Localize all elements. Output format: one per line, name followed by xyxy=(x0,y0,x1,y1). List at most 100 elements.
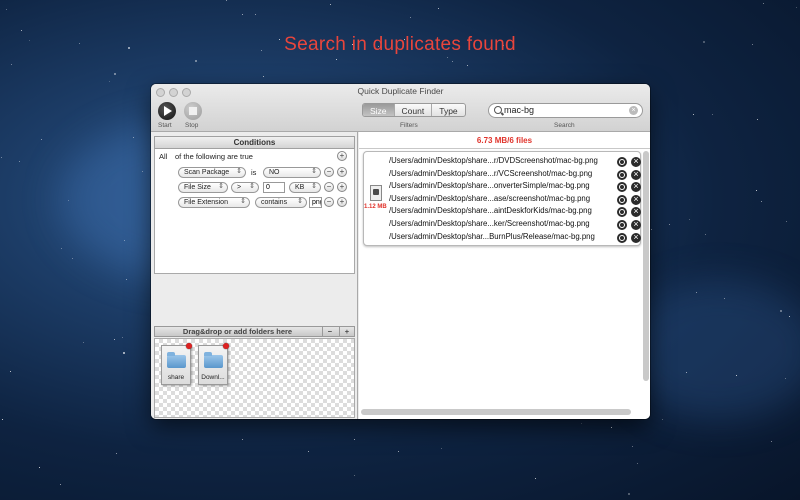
duplicate-group[interactable]: 1.12 MB /Users/admin/Desktop/share...r/D… xyxy=(363,151,641,246)
star xyxy=(2,419,3,420)
star xyxy=(724,298,725,299)
delete-file-icon[interactable] xyxy=(631,232,641,243)
star xyxy=(19,161,20,162)
reveal-search-icon[interactable] xyxy=(617,232,627,243)
star xyxy=(771,441,772,442)
search-input[interactable]: mac-bg xyxy=(504,105,534,115)
folder-icon xyxy=(167,352,186,368)
pin-icon xyxy=(186,343,192,349)
star xyxy=(438,8,439,9)
file-path[interactable]: /Users/admin/Desktop/share...r/VCScreens… xyxy=(389,169,592,178)
star xyxy=(441,448,442,449)
delete-file-icon[interactable] xyxy=(631,194,641,205)
conditions-header: Conditions xyxy=(154,136,355,149)
extension-input[interactable]: png xyxy=(309,197,322,208)
drop-zone-header: Drag&drop or add folders here − + xyxy=(154,326,355,337)
add-condition-button[interactable]: + xyxy=(337,197,347,207)
star xyxy=(785,378,786,379)
tab-size[interactable]: Size xyxy=(363,104,395,116)
add-folder-button[interactable]: + xyxy=(339,327,354,336)
star xyxy=(263,76,264,77)
star xyxy=(756,190,757,191)
search-icon xyxy=(494,106,502,114)
tab-type[interactable]: Type xyxy=(432,104,464,116)
all-suffix-text: of the following are true xyxy=(175,152,253,161)
star xyxy=(116,453,117,454)
reveal-search-icon[interactable] xyxy=(617,157,627,167)
folder-tile-share[interactable]: share xyxy=(161,343,192,385)
star xyxy=(60,484,61,485)
delete-file-icon[interactable] xyxy=(631,219,641,230)
remove-condition-button[interactable]: − xyxy=(324,167,334,177)
star xyxy=(763,3,764,4)
headline: Search in duplicates found xyxy=(284,34,516,55)
filters-label: Filters xyxy=(400,122,418,129)
horizontal-scrollbar[interactable] xyxy=(361,409,631,415)
condition-value-select[interactable]: NO xyxy=(263,167,321,178)
app-window: Quick Duplicate Finder Start Stop Size C… xyxy=(151,84,650,419)
star xyxy=(705,234,706,235)
file-path[interactable]: /Users/admin/Desktop/shar...BurnPlus/Rel… xyxy=(389,232,595,241)
star xyxy=(410,17,411,18)
star xyxy=(581,423,582,424)
star xyxy=(126,279,127,280)
delete-file-icon[interactable] xyxy=(631,206,641,218)
add-condition-button[interactable]: + xyxy=(337,167,347,177)
star xyxy=(61,248,62,249)
star xyxy=(123,352,125,354)
star xyxy=(1,157,2,158)
condition-operator-text: is xyxy=(251,168,257,177)
group-file-size: 1.12 MB xyxy=(364,204,387,210)
condition-field-select[interactable]: File Size xyxy=(178,182,228,193)
file-path[interactable]: /Users/admin/Desktop/share...onverterSim… xyxy=(389,181,590,190)
reveal-search-icon[interactable] xyxy=(617,194,627,205)
star xyxy=(83,342,84,343)
divider xyxy=(359,148,650,149)
vertical-scrollbar[interactable] xyxy=(643,151,649,381)
star xyxy=(669,224,670,225)
reveal-search-icon[interactable] xyxy=(617,207,627,218)
delete-file-icon[interactable] xyxy=(631,181,641,193)
star xyxy=(72,258,73,259)
star xyxy=(39,467,40,468)
all-selector[interactable]: All xyxy=(159,152,167,161)
condition-operator-select[interactable]: > xyxy=(231,182,259,193)
folder-name: Downl... xyxy=(201,374,225,381)
file-path[interactable]: /Users/admin/Desktop/share...aintDeskfor… xyxy=(389,206,592,215)
remove-folder-button[interactable]: − xyxy=(322,327,337,336)
tab-count[interactable]: Count xyxy=(395,104,433,116)
start-label: Start xyxy=(158,122,172,129)
stop-button[interactable] xyxy=(184,102,202,120)
condition-unit-select[interactable]: KB xyxy=(289,182,321,193)
star xyxy=(354,475,355,476)
reveal-search-icon[interactable] xyxy=(617,169,627,180)
folder-tile-downloads[interactable]: Downl... xyxy=(198,343,229,385)
star xyxy=(133,137,134,138)
condition-field-select[interactable]: File Extension xyxy=(178,197,250,208)
reveal-search-icon[interactable] xyxy=(617,220,627,230)
add-condition-button[interactable]: + xyxy=(337,182,347,192)
search-field[interactable]: mac-bg × xyxy=(488,103,643,118)
star xyxy=(761,201,762,202)
delete-file-icon[interactable] xyxy=(631,169,641,180)
add-condition-button[interactable]: + xyxy=(337,151,347,161)
star xyxy=(21,30,22,31)
star xyxy=(686,372,687,373)
star xyxy=(336,59,337,60)
file-path[interactable]: /Users/admin/Desktop/share...r/DVDScreen… xyxy=(389,156,598,165)
clear-search-icon[interactable]: × xyxy=(629,106,638,115)
star xyxy=(122,337,123,338)
condition-field-select[interactable]: Scan Package xyxy=(178,167,246,178)
remove-condition-button[interactable]: − xyxy=(324,197,334,207)
star xyxy=(242,439,243,440)
drop-zone[interactable]: share Downl... xyxy=(154,338,355,418)
file-path[interactable]: /Users/admin/Desktop/share...ase/screens… xyxy=(389,194,590,203)
remove-condition-button[interactable]: − xyxy=(324,182,334,192)
file-size-input[interactable]: 0 xyxy=(263,182,285,193)
file-path[interactable]: /Users/admin/Desktop/share...ker/Screens… xyxy=(389,219,590,228)
start-button[interactable] xyxy=(158,102,176,120)
star xyxy=(308,451,309,452)
reveal-search-icon[interactable] xyxy=(617,182,627,193)
condition-operator-select[interactable]: contains xyxy=(255,197,307,208)
delete-file-icon[interactable] xyxy=(631,156,641,167)
